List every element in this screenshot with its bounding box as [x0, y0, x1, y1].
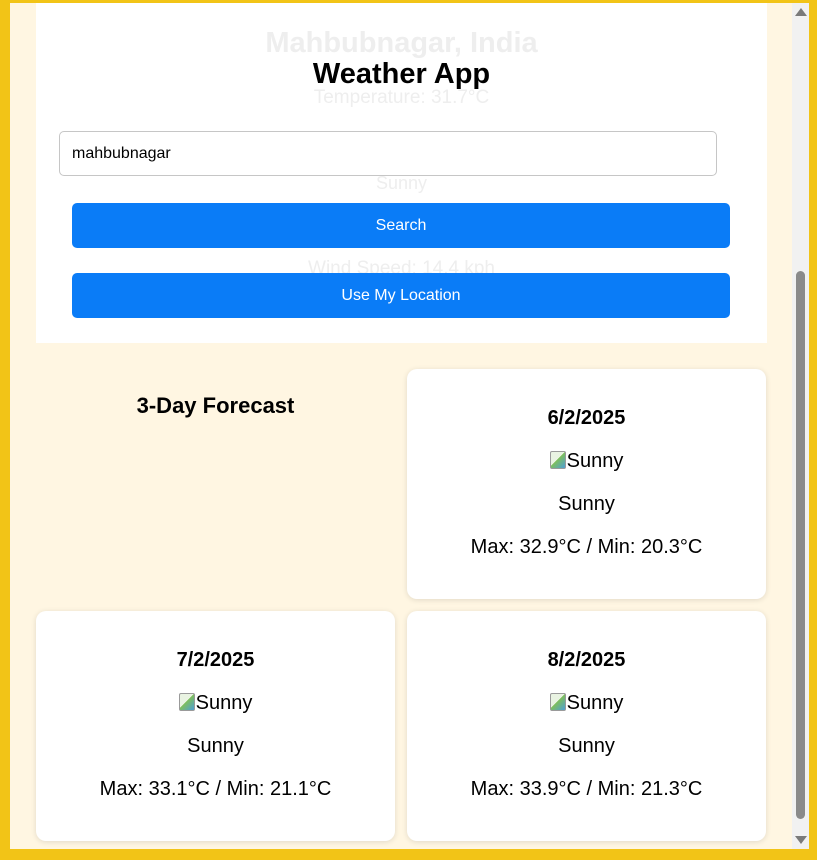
forecast-title: 3-Day Forecast [136, 393, 295, 418]
forecast-card: 6/2/2025 Sunny Sunny Max: 32.9°C / Min: … [407, 369, 766, 599]
current-city: Mahbubnagar, India [265, 27, 538, 59]
page-viewport: Mahbubnagar, India Temperature: 31.7°C S… [10, 3, 792, 849]
forecast-condition: Sunny [187, 735, 244, 757]
forecast-icon-alt: Sunny [566, 450, 624, 472]
city-search-input[interactable] [59, 131, 717, 176]
forecast-date: 8/2/2025 [547, 649, 626, 671]
vertical-scrollbar[interactable] [792, 3, 809, 849]
use-my-location-button[interactable]: Use My Location [72, 273, 730, 318]
forecast-date: 6/2/2025 [547, 407, 626, 429]
forecast-icon-alt: Sunny [195, 692, 253, 714]
app-title: Weather App [312, 58, 491, 90]
scroll-up-arrow-icon[interactable] [795, 8, 807, 16]
forecast-weather-icon: Sunny [36, 692, 395, 715]
forecast-condition: Sunny [558, 493, 615, 515]
search-button[interactable]: Search [72, 203, 730, 248]
scrollbar-thumb[interactable] [796, 271, 805, 819]
forecast-date: 7/2/2025 [176, 649, 255, 671]
forecast-condition: Sunny [558, 735, 615, 757]
broken-image-icon [549, 693, 566, 711]
forecast-card: 8/2/2025 Sunny Sunny Max: 33.9°C / Min: … [407, 611, 766, 841]
forecast-weather-icon: Sunny [407, 692, 766, 715]
forecast-temp-range: Max: 33.1°C / Min: 21.1°C [99, 778, 332, 800]
forecast-temp-range: Max: 32.9°C / Min: 20.3°C [470, 536, 703, 558]
current-weather-icon: Sunny [375, 173, 428, 193]
broken-image-icon [178, 693, 195, 711]
scroll-down-arrow-icon[interactable] [795, 836, 807, 844]
forecast-icon-alt: Sunny [566, 692, 624, 714]
forecast-card: 7/2/2025 Sunny Sunny Max: 33.1°C / Min: … [36, 611, 395, 841]
forecast-temp-range: Max: 33.9°C / Min: 21.3°C [470, 778, 703, 800]
weather-card: Mahbubnagar, India Temperature: 31.7°C S… [36, 3, 767, 343]
forecast-weather-icon: Sunny [407, 450, 766, 473]
broken-image-icon [549, 451, 566, 469]
